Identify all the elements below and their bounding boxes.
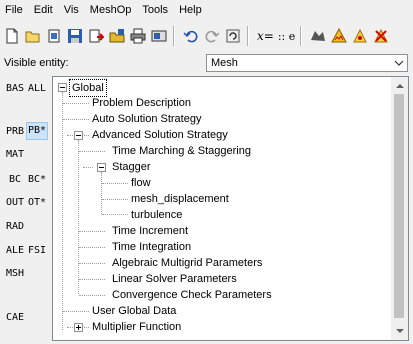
tree-connector [102,183,128,184]
redo-icon[interactable] [203,27,221,45]
bas-button[interactable]: BAS [5,81,25,97]
tree-connector [78,140,79,294]
tree-connector [63,119,89,120]
tree-connector [79,295,105,296]
tree-connector [102,199,128,200]
scroll-up-icon[interactable] [391,77,408,94]
tree-connector [79,263,105,264]
tree-node-advanced-solution-strategy[interactable]: Advanced Solution Strategy [92,127,228,143]
tree-node-convergence-check[interactable]: Convergence Check Parameters [112,287,272,303]
cae-button[interactable]: CAE [5,310,25,326]
scroll-down-icon[interactable] [391,323,408,340]
save-icon[interactable] [66,27,84,45]
print-icon[interactable] [129,27,147,45]
tree-connector [79,231,105,232]
toolbar: x= :: e [0,21,413,51]
fsi-button[interactable]: FSI [27,243,47,259]
tree-node-global[interactable]: Global [69,79,107,97]
msh-button[interactable]: MSH [5,266,25,282]
tree-node-algebraic-multigrid[interactable]: Algebraic Multigrid Parameters [112,255,262,271]
screenshot-icon[interactable] [150,27,168,45]
tree-node-time-integration[interactable]: Time Integration [112,239,191,255]
tree-view[interactable]: Global Problem Description Auto Solution… [52,76,409,341]
mat-button[interactable]: MAT [5,147,25,163]
menu-edit[interactable]: Edit [29,0,59,20]
tree-node-linear-solver[interactable]: Linear Solver Parameters [112,271,237,287]
open-folder-icon[interactable] [24,27,42,45]
tree-node-multiplier-function[interactable]: Multiplier Function [92,319,181,335]
tree-node-time-marching[interactable]: Time Marching & Staggering [112,143,251,159]
collapse-icon[interactable] [74,131,83,140]
equation-icon[interactable]: x= [257,29,274,43]
export-icon[interactable] [87,27,105,45]
toolbar-separator [247,26,249,46]
scrollbar-thumb[interactable] [394,94,404,318]
prb-button[interactable]: PRB [5,124,25,140]
tree-node-user-global-data[interactable]: User Global Data [92,303,176,319]
tree-connector [102,214,128,215]
tree-node-stagger[interactable]: Stagger [112,159,151,175]
side-button-panel: BAS ALL PRB PB* MAT BC BC* OUT OT* RAD A… [0,76,52,344]
tree-node-mesh-displacement[interactable]: mesh_displacement [131,191,229,207]
chevron-down-icon[interactable] [391,55,407,71]
tree-node-time-increment[interactable]: Time Increment [112,223,188,239]
tree-node-auto-solution-strategy[interactable]: Auto Solution Strategy [92,111,201,127]
toolbar-separator [300,26,303,46]
collapse-icon[interactable] [97,163,106,172]
bc-star-button[interactable]: BC* [27,172,47,188]
tree-connector [83,167,93,168]
all-button[interactable]: ALL [27,81,47,97]
ale-button[interactable]: ALE [5,243,25,259]
collapse-icon[interactable] [58,83,67,92]
tree-node-problem-description[interactable]: Problem Description [92,95,191,111]
bc-button[interactable]: BC [8,172,22,188]
tree-node-turbulence[interactable]: turbulence [131,207,182,223]
vertical-scrollbar[interactable] [391,77,408,340]
pb-star-button[interactable]: PB* [26,122,49,140]
refresh-icon[interactable] [224,27,242,45]
menu-help[interactable]: Help [174,0,208,20]
out-button[interactable]: OUT [5,195,25,211]
tree-connector [101,172,102,214]
visible-entity-label: Visible entity: [4,57,69,69]
tree-connector [79,247,105,248]
menu-tools[interactable]: Tools [137,0,174,20]
ot-star-button[interactable]: OT* [27,195,47,211]
undo-icon[interactable] [182,27,200,45]
tree-connector [79,279,105,280]
tree-node-flow[interactable]: flow [131,175,151,191]
toolbar-separator [173,26,175,46]
menu-vis[interactable]: Vis [59,0,85,20]
mesh-warning-icon[interactable] [330,27,348,45]
variable-icon[interactable]: :: e [278,30,295,43]
menu-file[interactable]: File [0,0,29,20]
open-file-icon[interactable] [45,27,63,45]
expand-icon[interactable] [74,323,83,332]
tree-connector [63,311,89,312]
rad-button[interactable]: RAD [5,219,25,235]
tree-connector [63,103,89,104]
menu-meshop[interactable]: MeshOp [85,0,138,20]
folder-save-icon[interactable] [108,27,126,45]
triangle-icon[interactable] [351,27,369,45]
new-file-icon[interactable] [3,27,21,45]
visible-entity-select[interactable]: Mesh [206,54,408,72]
mesh-tool-icon[interactable] [309,27,327,45]
tree-connector [62,92,63,330]
delete-mesh-icon[interactable] [372,27,390,45]
visible-entity-value: Mesh [211,57,238,69]
menu-bar: File Edit Vis MeshOp Tools Help [0,0,413,20]
tree-connector [79,151,105,152]
